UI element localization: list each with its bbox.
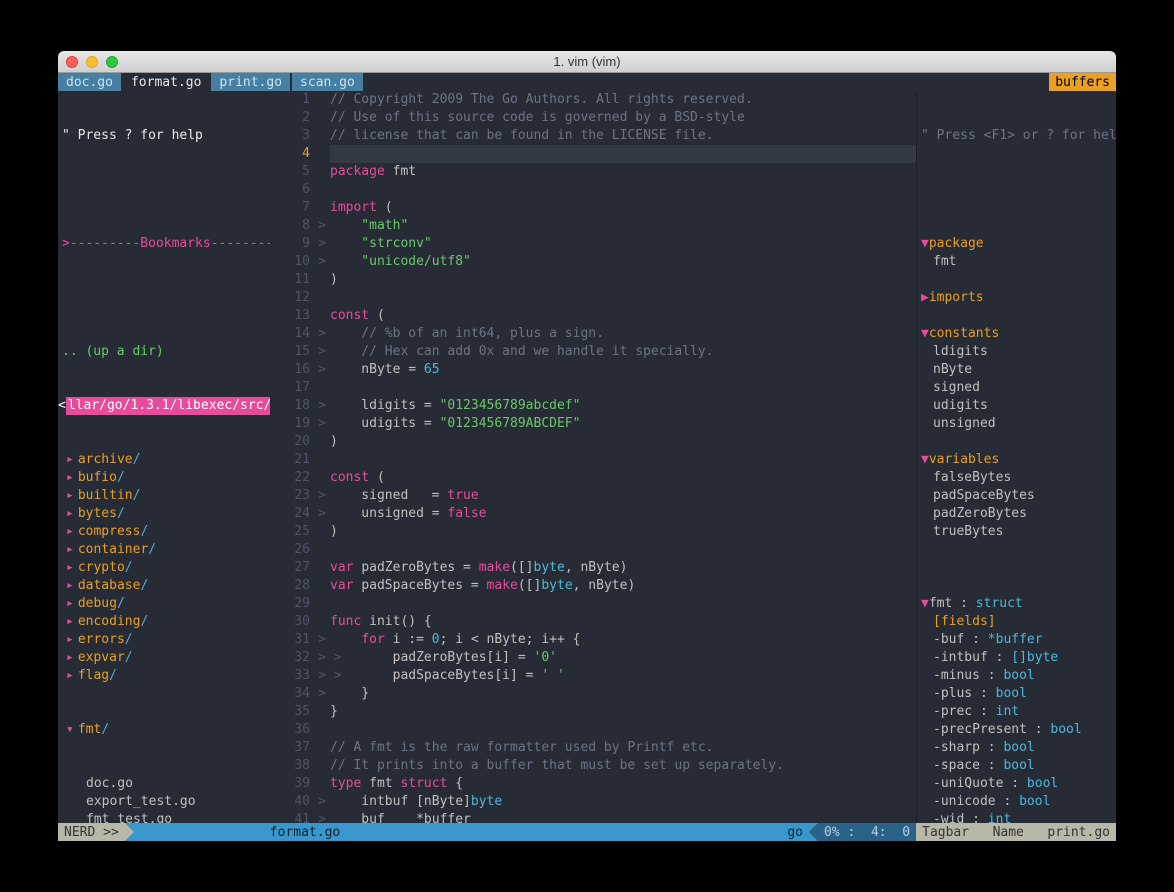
triangle-icon: ▶ <box>921 290 929 305</box>
up-dir-link[interactable]: .. (up a dir) <box>58 343 270 361</box>
traffic-lights <box>66 56 118 68</box>
chevron-right-icon: ▸ <box>66 559 74 577</box>
tagbar-item[interactable]: falseBytes <box>917 469 1116 487</box>
tree-folder[interactable]: ▸crypto/ <box>58 559 270 577</box>
minimize-icon[interactable] <box>86 56 98 68</box>
tree-file[interactable]: export_test.go <box>58 793 270 811</box>
window-title: 1. vim (vim) <box>553 54 620 69</box>
bookmarks-header: >---------Bookmarks--------- <box>58 235 270 253</box>
chevron-right-icon: ▸ <box>66 649 74 667</box>
code-area[interactable]: // Copyright 2009 The Go Authors. All ri… <box>330 91 916 823</box>
tagbar-field[interactable]: -space : bool <box>917 757 1116 775</box>
buffer-tab[interactable]: format.go <box>123 73 209 91</box>
statusbar-lang: go <box>781 823 809 841</box>
tree-folder[interactable]: ▸errors/ <box>58 631 270 649</box>
chevron-right-icon: ▸ <box>66 631 74 649</box>
tagbar-item[interactable]: udigits <box>917 397 1116 415</box>
statusbar-position: 0% : 4: 0 <box>818 823 916 841</box>
tree-folder[interactable]: ▸bytes/ <box>58 505 270 523</box>
tagbar-field[interactable]: -minus : bool <box>917 667 1116 685</box>
tagbar-struct[interactable]: ▼fmt : struct <box>917 595 1116 613</box>
chevron-right-icon: ▸ <box>66 487 74 505</box>
tree-folder[interactable]: ▸compress/ <box>58 523 270 541</box>
buffer-tab[interactable]: print.go <box>211 73 290 91</box>
chevron-right-icon: ▸ <box>66 595 74 613</box>
tree-folder[interactable]: ▸container/ <box>58 541 270 559</box>
tagbar-item[interactable]: ldigits <box>917 343 1116 361</box>
zoom-icon[interactable] <box>106 56 118 68</box>
nerdtree-pane[interactable]: " Press ? for help >---------Bookmarks--… <box>58 91 270 823</box>
chevron-right-icon: ▸ <box>66 451 74 469</box>
tagbar-help: " Press <F1> or ? for help <box>917 127 1116 145</box>
tagbar-section[interactable]: ▼package <box>917 235 1116 253</box>
buffer-tab[interactable]: doc.go <box>58 73 121 91</box>
tagbar-item[interactable]: trueBytes <box>917 523 1116 541</box>
tagbar-field[interactable]: -unicode : bool <box>917 793 1116 811</box>
statusbar: NERD >> format.go go 0% : 4: 0 Tagbar Na… <box>58 823 1116 841</box>
tagbar-fields-label: [fields] <box>917 613 1116 631</box>
tagbar-field[interactable]: -prec : int <box>917 703 1116 721</box>
vim-window: 1. vim (vim) doc.goformat.goprint.goscan… <box>58 51 1116 841</box>
chevron-right-icon: ▸ <box>66 577 74 595</box>
tagbar-section[interactable]: ▼variables <box>917 451 1116 469</box>
statusbar-tagbar: Tagbar Name print.go <box>916 823 1116 841</box>
tagbar-item[interactable]: padSpaceBytes <box>917 487 1116 505</box>
tree-file[interactable]: fmt_test.go <box>58 811 270 823</box>
chevron-right-icon: ▸ <box>66 523 74 541</box>
statusbar-mode: NERD >> <box>58 823 125 841</box>
line-number-gutter: 1 2 3 4 5 6 7 8 9 10 11 12 13 14 15 16 1… <box>270 91 318 823</box>
triangle-icon: ▼ <box>921 236 929 251</box>
tagbar-item[interactable]: signed <box>917 379 1116 397</box>
tagbar-field[interactable]: -intbuf : []byte <box>917 649 1116 667</box>
tagbar-item[interactable]: nByte <box>917 361 1116 379</box>
tagbar-field[interactable]: -buf : *buffer <box>917 631 1116 649</box>
chevron-right-icon: ▸ <box>66 469 74 487</box>
buffer-tabbar: doc.goformat.goprint.goscan.go buffers <box>58 73 1116 91</box>
editor-pane[interactable]: 1 2 3 4 5 6 7 8 9 10 11 12 13 14 15 16 1… <box>270 91 916 823</box>
buffer-tab[interactable]: scan.go <box>292 73 363 91</box>
buffers-button[interactable]: buffers <box>1049 73 1116 91</box>
triangle-icon: ▼ <box>921 326 929 341</box>
tree-folder[interactable]: ▸debug/ <box>58 595 270 613</box>
chevron-right-icon: ▸ <box>66 613 74 631</box>
tree-folder[interactable]: ▸encoding/ <box>58 613 270 631</box>
chevron-right-icon: ▸ <box>66 541 74 559</box>
tree-folder-open[interactable]: ▾fmt/ <box>58 721 270 739</box>
tree-folder[interactable]: ▸builtin/ <box>58 487 270 505</box>
current-path: <llar/go/1.3.1/libexec/src/pkg/ <box>58 397 270 415</box>
chevron-right-icon: ▸ <box>66 505 74 523</box>
tagbar-section[interactable]: ▼constants <box>917 325 1116 343</box>
tree-folder[interactable]: ▸bufio/ <box>58 469 270 487</box>
close-icon[interactable] <box>66 56 78 68</box>
tagbar-field[interactable]: -sharp : bool <box>917 739 1116 757</box>
tree-folder[interactable]: ▸database/ <box>58 577 270 595</box>
tagbar-field[interactable]: -precPresent : bool <box>917 721 1116 739</box>
triangle-icon: ▼ <box>921 452 929 467</box>
chevron-down-icon: ▾ <box>66 721 74 739</box>
fold-column[interactable]: > > > > > > > > > > > > > > > > > > > > … <box>318 91 330 823</box>
tagbar-item[interactable]: padZeroBytes <box>917 505 1116 523</box>
triangle-icon: ▼ <box>921 596 929 611</box>
tree-folder[interactable]: ▸expvar/ <box>58 649 270 667</box>
tagbar-item[interactable]: unsigned <box>917 415 1116 433</box>
nerdtree-help: " Press ? for help <box>58 127 270 145</box>
tree-folder[interactable]: ▸archive/ <box>58 451 270 469</box>
statusbar-file: format.go <box>134 823 782 841</box>
tagbar-field[interactable]: -uniQuote : bool <box>917 775 1116 793</box>
macos-titlebar[interactable]: 1. vim (vim) <box>58 51 1116 73</box>
tagbar-section[interactable]: ▶imports <box>917 289 1116 307</box>
tagbar-field[interactable]: -plus : bool <box>917 685 1116 703</box>
tagbar-pane[interactable]: " Press <F1> or ? for help ▼packagefmt ▶i… <box>916 91 1116 823</box>
tree-file[interactable]: doc.go <box>58 775 270 793</box>
chevron-right-icon: ▸ <box>66 667 74 685</box>
tree-folder[interactable]: ▸flag/ <box>58 667 270 685</box>
tagbar-field[interactable]: -wid : int <box>917 811 1116 823</box>
tagbar-item[interactable]: fmt <box>917 253 1116 271</box>
